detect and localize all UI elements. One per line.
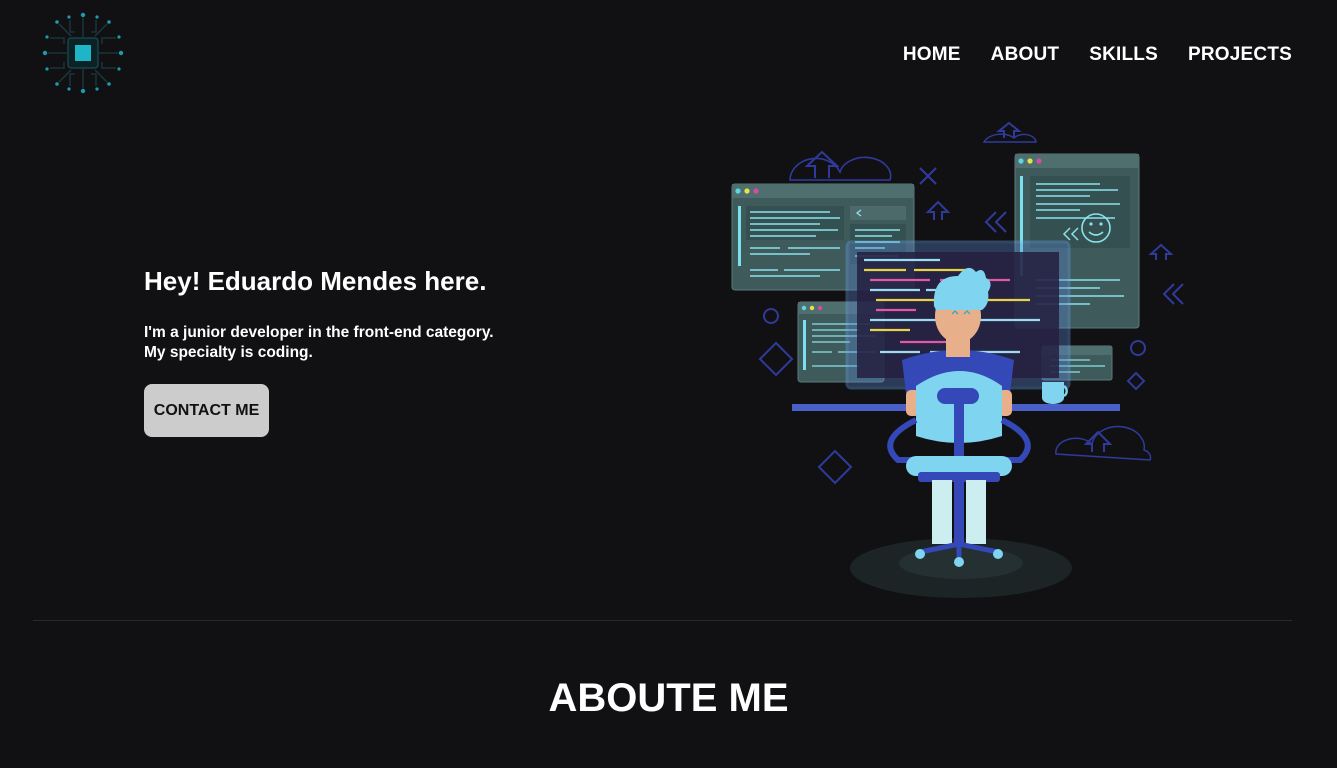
- hero-description-line-1: I'm a junior developer in the front-end …: [144, 324, 494, 341]
- logo-cpu-icon[interactable]: [42, 12, 124, 94]
- hero-title: Hey! Eduardo Mendes here.: [144, 266, 487, 296]
- nav-projects-link[interactable]: PROJECTS: [1188, 44, 1292, 66]
- nav-about-link[interactable]: ABOUT: [991, 44, 1060, 66]
- nav-home-link[interactable]: HOME: [903, 44, 961, 66]
- nav-skills-link[interactable]: SKILLS: [1089, 44, 1158, 66]
- section-divider: [33, 620, 1292, 621]
- hero-description: I'm a junior developer in the front-end …: [144, 323, 494, 363]
- about-section-title: ABOUTE ME: [548, 676, 789, 720]
- main-nav: HOME ABOUT SKILLS PROJECTS: [903, 44, 1292, 66]
- hero-description-line-2: My specialty is coding.: [144, 344, 313, 361]
- developer-illustration: [720, 120, 1190, 605]
- contact-me-button[interactable]: CONTACT ME: [144, 384, 269, 437]
